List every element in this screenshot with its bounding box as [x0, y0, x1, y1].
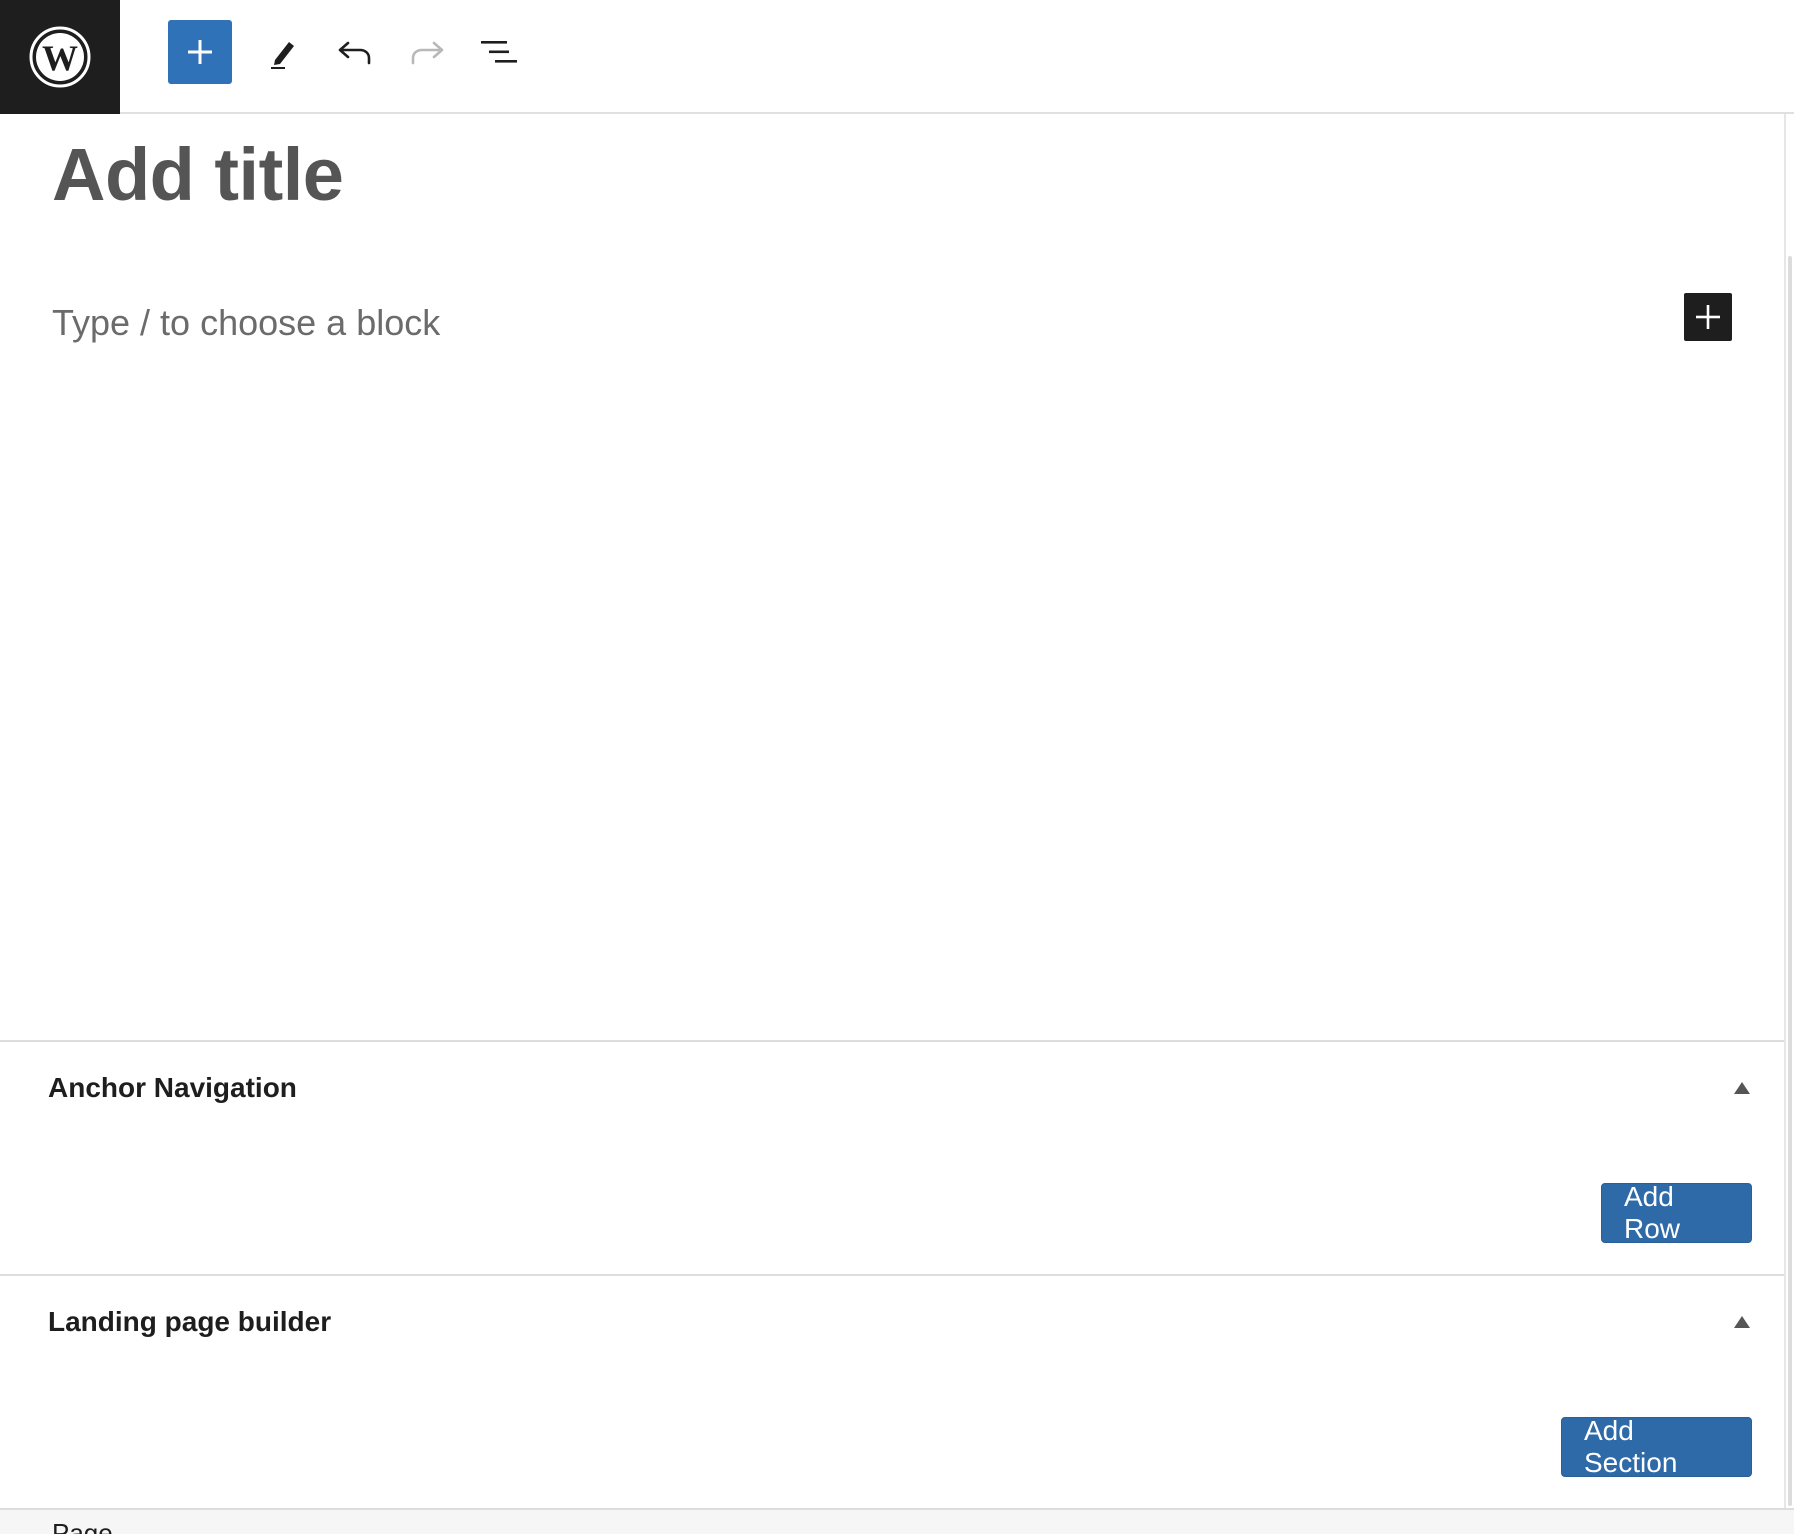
- wordpress-logo-icon: W: [29, 26, 91, 88]
- redo-icon: [411, 41, 444, 65]
- breadcrumb-item-page[interactable]: Page: [52, 1518, 113, 1534]
- block-appender[interactable]: Type / to choose a block: [52, 302, 440, 344]
- block-breadcrumb-bar: Page: [0, 1508, 1794, 1534]
- wordpress-logo-button[interactable]: W: [0, 0, 120, 114]
- undo-icon: [338, 41, 371, 65]
- triangle-up-icon: [1734, 1316, 1750, 1328]
- editor-canvas: Add title Type / to choose a block: [0, 114, 1784, 1040]
- tools-button[interactable]: [251, 20, 315, 84]
- list-view-icon: [481, 41, 517, 63]
- add-section-button[interactable]: Add Section: [1561, 1415, 1752, 1478]
- editor-header: W: [0, 0, 1794, 114]
- plus-icon: [1696, 305, 1720, 329]
- add-row-button[interactable]: Add Row: [1601, 1181, 1752, 1244]
- editor-scrollbar-thumb[interactable]: [1788, 256, 1792, 1506]
- metabox-landing-page-builder: Landing page builder Add Section: [0, 1274, 1784, 1508]
- inline-block-inserter-button[interactable]: [1684, 293, 1732, 341]
- redo-button[interactable]: [395, 20, 459, 84]
- plus-icon: [188, 40, 212, 64]
- metabox-anchor-navigation: Anchor Navigation Add Row: [0, 1040, 1784, 1274]
- triangle-up-icon: [1734, 1082, 1750, 1094]
- block-inserter-button[interactable]: [168, 20, 232, 84]
- svg-text:W: W: [42, 38, 78, 78]
- metabox-title: Anchor Navigation: [48, 1072, 297, 1103]
- pencil-icon: [271, 42, 294, 69]
- post-title-input[interactable]: Add title: [52, 132, 344, 217]
- metabox-toggle-button[interactable]: [1730, 1076, 1754, 1100]
- metabox-title: Landing page builder: [48, 1306, 332, 1337]
- metabox-toggle-button[interactable]: [1730, 1310, 1754, 1334]
- undo-button[interactable]: [323, 20, 387, 84]
- list-view-button[interactable]: [467, 20, 531, 84]
